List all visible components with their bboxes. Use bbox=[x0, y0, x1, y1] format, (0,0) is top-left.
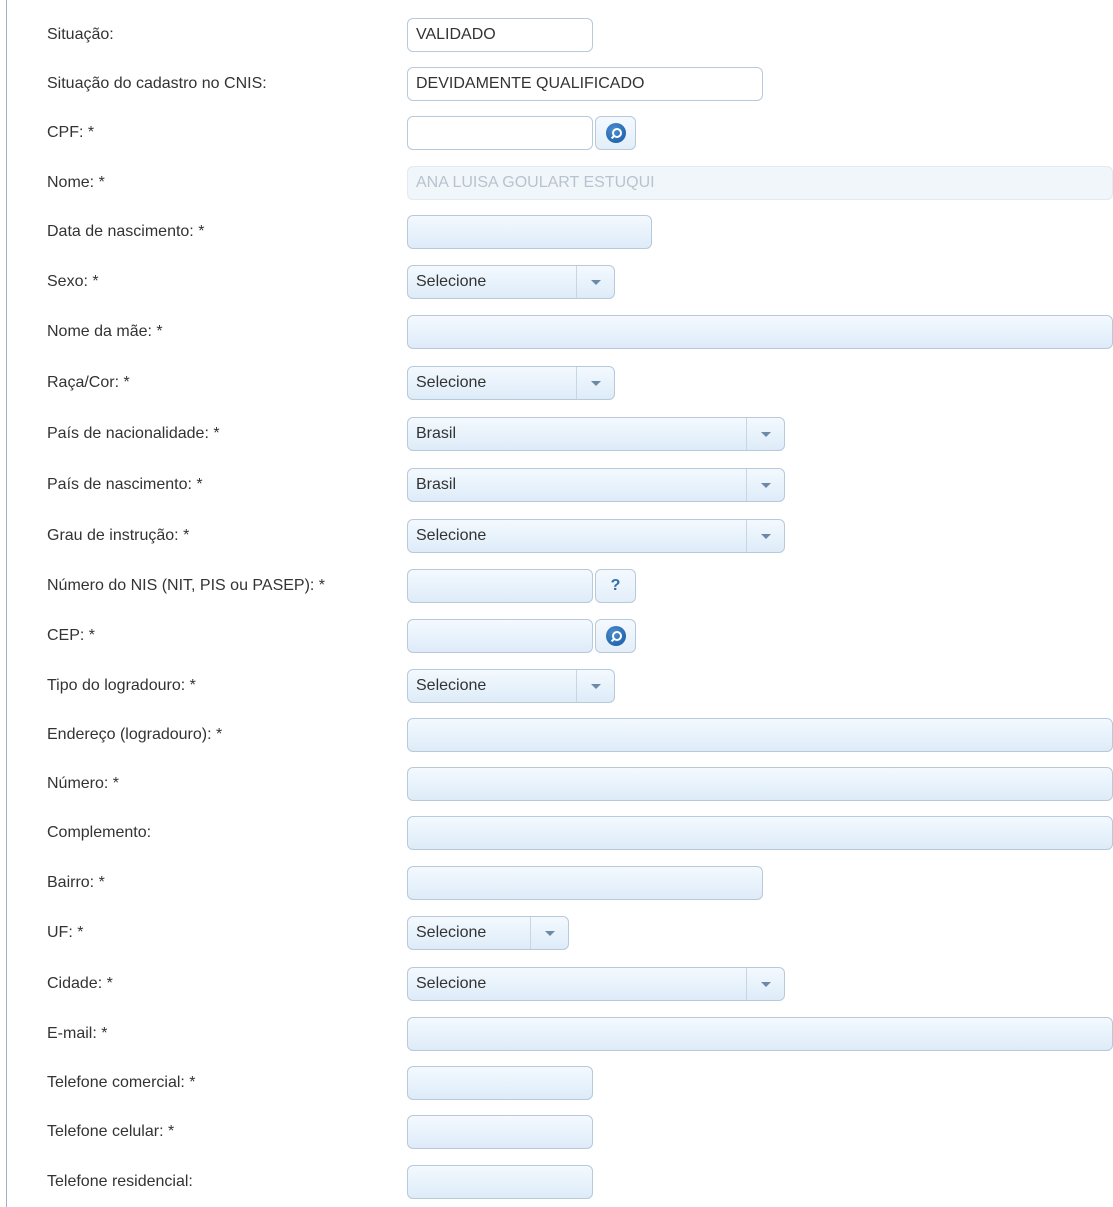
chevron-down-icon[interactable] bbox=[746, 968, 784, 1000]
cpf-input[interactable] bbox=[407, 116, 593, 150]
label-situacao-cnis: Situação do cadastro no CNIS: bbox=[47, 75, 267, 92]
nome-mae-input[interactable] bbox=[407, 315, 1113, 349]
label-telefone-residencial: Telefone residencial: bbox=[47, 1173, 193, 1190]
situacao-field: VALIDADO bbox=[407, 18, 593, 52]
registration-form: Situação: VALIDADO Situação do cadastro … bbox=[0, 0, 1113, 1207]
row-endereco: Endereço (logradouro): * bbox=[0, 716, 1113, 754]
cep-search-button[interactable] bbox=[595, 619, 636, 653]
row-telefone-residencial: Telefone residencial: bbox=[0, 1163, 1113, 1201]
row-pais-nacionalidade: País de nacionalidade: * Brasil bbox=[0, 415, 1113, 453]
label-endereco: Endereço (logradouro): * bbox=[47, 726, 223, 743]
bairro-input[interactable] bbox=[407, 866, 763, 900]
row-telefone-comercial: Telefone comercial: * bbox=[0, 1064, 1113, 1102]
label-telefone-comercial: Telefone comercial: * bbox=[47, 1074, 196, 1091]
search-icon bbox=[605, 123, 626, 143]
pais-nascimento-select[interactable]: Brasil bbox=[407, 468, 785, 502]
cidade-selected: Selecione bbox=[416, 975, 487, 992]
data-nascimento-input[interactable] bbox=[407, 215, 652, 249]
label-cidade: Cidade: * bbox=[47, 975, 113, 992]
label-numero: Número: * bbox=[47, 775, 120, 792]
raca-cor-select[interactable]: Selecione bbox=[407, 366, 615, 400]
label-grau-instrucao: Grau de instrução: * bbox=[47, 527, 190, 544]
row-raca-cor: Raça/Cor: * Selecione bbox=[0, 364, 1113, 402]
row-nome-mae: Nome da mãe: * bbox=[0, 313, 1113, 351]
raca-cor-selected: Selecione bbox=[416, 374, 487, 391]
endereco-input[interactable] bbox=[407, 718, 1113, 752]
chevron-down-icon[interactable] bbox=[746, 469, 784, 501]
label-nis: Número do NIS (NIT, PIS ou PASEP): * bbox=[47, 577, 326, 594]
chevron-down-icon[interactable] bbox=[576, 266, 614, 298]
search-icon bbox=[605, 626, 626, 646]
label-cpf: CPF: * bbox=[47, 124, 95, 141]
pais-nascimento-selected: Brasil bbox=[416, 476, 457, 493]
row-telefone-celular: Telefone celular: * bbox=[0, 1113, 1113, 1151]
situacao-value: VALIDADO bbox=[416, 26, 496, 43]
row-nome: Nome: * ANA LUISA GOULART ESTUQUI bbox=[0, 164, 1113, 202]
label-sexo: Sexo: * bbox=[47, 273, 99, 290]
sexo-select[interactable]: Selecione bbox=[407, 265, 615, 299]
label-uf: UF: * bbox=[47, 924, 84, 941]
nome-input: ANA LUISA GOULART ESTUQUI bbox=[407, 166, 1113, 200]
label-data-nascimento: Data de nascimento: * bbox=[47, 223, 205, 240]
grau-instrucao-select[interactable]: Selecione bbox=[407, 519, 785, 553]
row-bairro: Bairro: * bbox=[0, 864, 1113, 902]
label-raca-cor: Raça/Cor: * bbox=[47, 374, 130, 391]
row-situacao: Situação: VALIDADO bbox=[0, 16, 1113, 54]
row-complemento: Complemento: bbox=[0, 814, 1113, 852]
nis-help-button[interactable]: ? bbox=[595, 569, 636, 603]
cpf-search-button[interactable] bbox=[595, 116, 636, 150]
telefone-celular-input[interactable] bbox=[407, 1115, 593, 1149]
label-bairro: Bairro: * bbox=[47, 874, 105, 891]
row-cidade: Cidade: * Selecione bbox=[0, 965, 1113, 1003]
label-tipo-logradouro: Tipo do logradouro: * bbox=[47, 677, 196, 694]
situacao-cnis-field: DEVIDAMENTE QUALIFICADO bbox=[407, 67, 763, 101]
row-cpf: CPF: * bbox=[0, 114, 1113, 152]
label-pais-nacionalidade: País de nacionalidade: * bbox=[47, 425, 220, 442]
label-telefone-celular: Telefone celular: * bbox=[47, 1123, 175, 1140]
label-cep: CEP: * bbox=[47, 627, 96, 644]
row-uf: UF: * Selecione bbox=[0, 914, 1113, 952]
telefone-comercial-input[interactable] bbox=[407, 1066, 593, 1100]
tipo-logradouro-select[interactable]: Selecione bbox=[407, 669, 615, 703]
row-tipo-logradouro: Tipo do logradouro: * Selecione bbox=[0, 667, 1113, 705]
pais-nacionalidade-select[interactable]: Brasil bbox=[407, 417, 785, 451]
nome-value: ANA LUISA GOULART ESTUQUI bbox=[416, 174, 655, 191]
label-pais-nascimento: País de nascimento: * bbox=[47, 476, 203, 493]
chevron-down-icon[interactable] bbox=[746, 520, 784, 552]
chevron-down-icon[interactable] bbox=[576, 367, 614, 399]
grau-instrucao-selected: Selecione bbox=[416, 527, 487, 544]
uf-select[interactable]: Selecione bbox=[407, 916, 569, 950]
label-complemento: Complemento: bbox=[47, 824, 152, 841]
label-nome: Nome: * bbox=[47, 174, 105, 191]
numero-input[interactable] bbox=[407, 767, 1113, 801]
situacao-cnis-value: DEVIDAMENTE QUALIFICADO bbox=[416, 75, 645, 92]
chevron-down-icon[interactable] bbox=[746, 418, 784, 450]
label-nome-mae: Nome da mãe: * bbox=[47, 323, 163, 340]
chevron-down-icon[interactable] bbox=[576, 670, 614, 702]
row-email: E-mail: * bbox=[0, 1015, 1113, 1053]
row-numero: Número: * bbox=[0, 765, 1113, 803]
email-input[interactable] bbox=[407, 1017, 1113, 1051]
row-sexo: Sexo: * Selecione bbox=[0, 263, 1113, 301]
nis-input[interactable] bbox=[407, 569, 593, 603]
row-cep: CEP: * bbox=[0, 617, 1113, 655]
cidade-select[interactable]: Selecione bbox=[407, 967, 785, 1001]
chevron-down-icon[interactable] bbox=[530, 917, 568, 949]
cep-input[interactable] bbox=[407, 619, 593, 653]
label-email: E-mail: * bbox=[47, 1025, 108, 1042]
row-pais-nascimento: País de nascimento: * Brasil bbox=[0, 466, 1113, 504]
sexo-selected: Selecione bbox=[416, 273, 487, 290]
uf-selected: Selecione bbox=[416, 924, 487, 941]
pais-nacionalidade-selected: Brasil bbox=[416, 425, 457, 442]
row-nis: Número do NIS (NIT, PIS ou PASEP): * ? bbox=[0, 567, 1113, 605]
row-situacao-cnis: Situação do cadastro no CNIS: DEVIDAMENT… bbox=[0, 65, 1113, 103]
row-data-nascimento: Data de nascimento: * bbox=[0, 213, 1113, 251]
tipo-logradouro-selected: Selecione bbox=[416, 677, 487, 694]
complemento-input[interactable] bbox=[407, 816, 1113, 850]
help-icon: ? bbox=[610, 577, 621, 594]
label-situacao: Situação: bbox=[47, 26, 114, 43]
row-grau-instrucao: Grau de instrução: * Selecione bbox=[0, 517, 1113, 555]
telefone-residencial-input[interactable] bbox=[407, 1165, 593, 1199]
